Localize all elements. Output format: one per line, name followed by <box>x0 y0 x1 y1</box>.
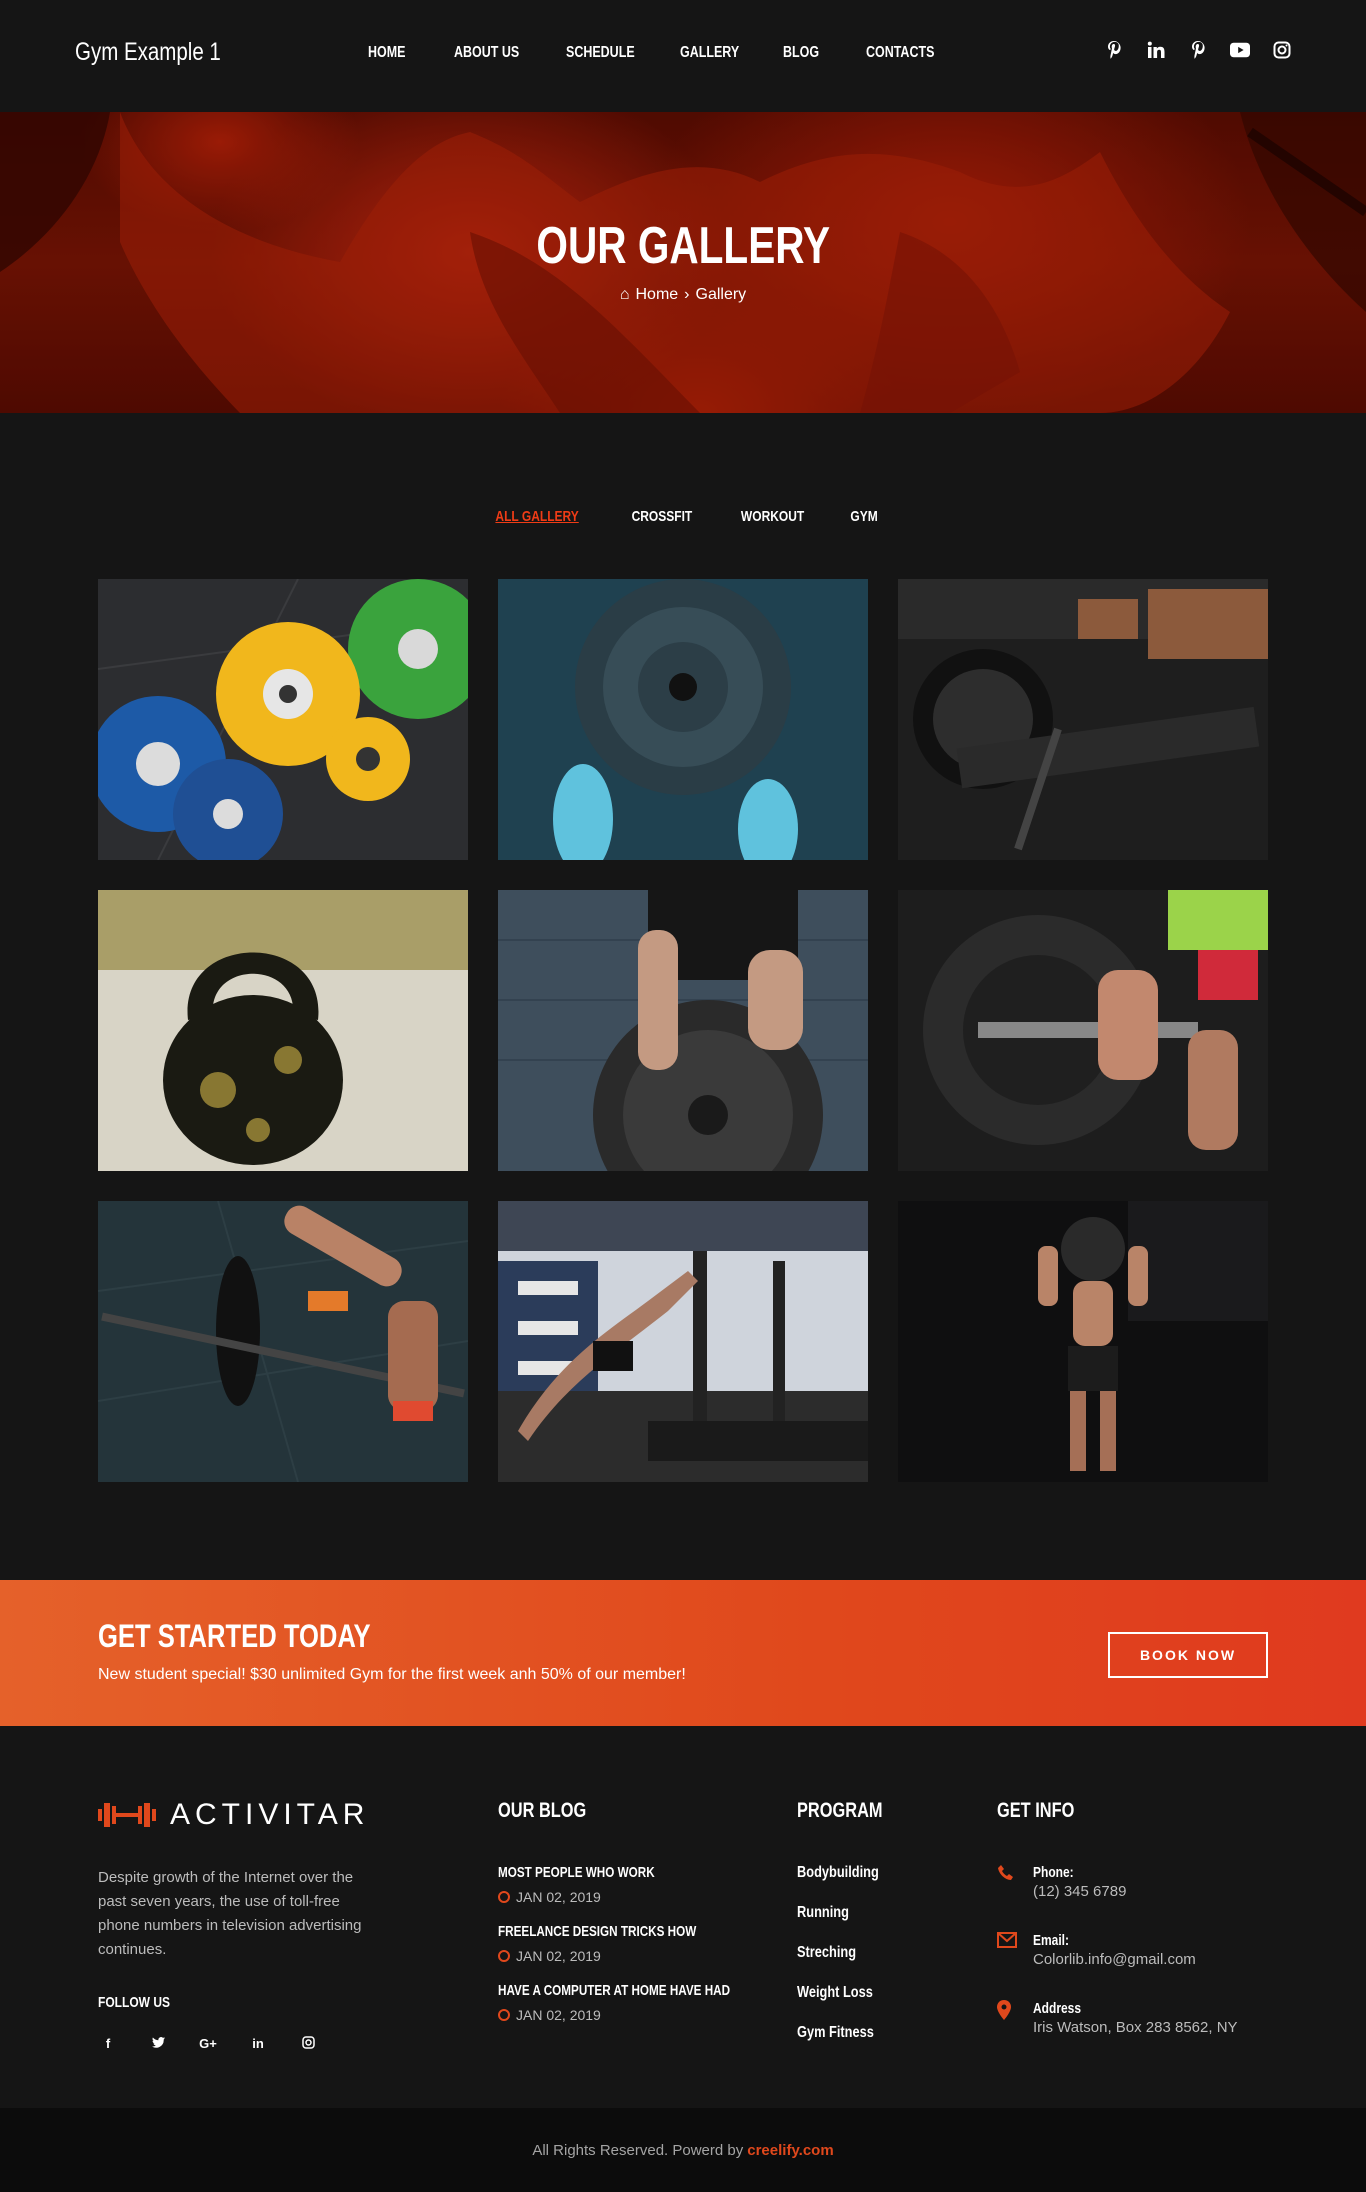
gallery-grid <box>98 579 1268 1482</box>
info-phone: Phone: (12) 345 6789 <box>997 1864 1238 1908</box>
gallery-image-kettlebell[interactable] <box>98 890 468 1171</box>
filter-workout[interactable]: WORKOUT <box>741 508 804 525</box>
info-email-value[interactable]: Colorlib.info@gmail.com <box>1033 1951 1238 1968</box>
gallery-image-sled-push[interactable] <box>498 1201 868 1482</box>
clock-icon <box>498 2009 510 2021</box>
program-link-running[interactable]: Running <box>797 1904 879 1927</box>
gallery-image-barbell-lift[interactable] <box>898 890 1268 1171</box>
facebook-icon[interactable]: f <box>98 2036 118 2052</box>
gallery-image-medicine-ball[interactable] <box>898 1201 1268 1482</box>
footer-social: f G+ in <box>98 2036 318 2052</box>
blog-item-date: JAN 02, 2019 <box>516 1889 601 1905</box>
program-link-bodybuilding[interactable]: Bodybuilding <box>797 1864 879 1887</box>
filter-gym[interactable]: GYM <box>850 508 877 525</box>
copyright-bar: All Rights Reserved. Powerd by creelify.… <box>0 2108 1366 2192</box>
program-link-gym-fitness[interactable]: Gym Fitness <box>797 2024 879 2047</box>
hero-banner: OUR GALLERY ⌂ Home › Gallery <box>0 112 1366 413</box>
follow-us-title: FOLLOW US <box>98 1994 170 2011</box>
blog-item[interactable]: FREELANCE DESIGN TRICKS HOW JAN 02, 2019 <box>498 1923 796 1964</box>
nav-schedule[interactable]: SCHEDULE <box>566 44 655 62</box>
gallery-filters: ALL GALLERY CROSSFIT WORKOUT GYM <box>0 508 1366 525</box>
book-now-button[interactable]: BOOK NOW <box>1108 1632 1268 1678</box>
info-phone-value: (12) 345 6789 <box>1033 1883 1127 1900</box>
gallery-image-york-plate[interactable] <box>498 890 868 1171</box>
nav-blog[interactable]: BLOG <box>783 44 848 62</box>
blog-item-date: JAN 02, 2019 <box>516 2007 601 2023</box>
copyright-link[interactable]: creelify.com <box>747 2142 833 2159</box>
gallery-image-rowing-machine[interactable] <box>898 579 1268 860</box>
info-address-value: Iris Watson, Box 283 8562, NY <box>1033 2019 1238 2036</box>
breadcrumb-home[interactable]: Home <box>635 286 678 303</box>
phone-icon <box>997 1864 1015 1887</box>
footer-description: Despite growth of the Internet over the … <box>98 1869 362 1958</box>
instagram-icon[interactable] <box>1272 40 1292 60</box>
youtube-icon[interactable] <box>1230 40 1250 60</box>
blog-item[interactable]: MOST PEOPLE WHO WORK JAN 02, 2019 <box>498 1864 796 1905</box>
gallery-image-bumper-plates[interactable] <box>98 579 468 860</box>
footer-info-title: GET INFO <box>997 1799 1075 1822</box>
blog-item[interactable]: HAVE A COMPUTER AT HOME HAVE HAD JAN 02,… <box>498 1982 796 2023</box>
chevron-right-icon: › <box>684 286 690 303</box>
google-plus-icon[interactable]: G+ <box>198 2036 218 2052</box>
brand-logo[interactable]: Gym Example 1 <box>75 38 221 67</box>
gallery-image-deadlift-barbell[interactable] <box>98 1201 468 1482</box>
info-address: Address Iris Watson, Box 283 8562, NY <box>997 2000 1238 2044</box>
nav-home[interactable]: HOME <box>368 44 435 62</box>
info-address-label: Address <box>1033 2000 1082 2017</box>
linkedin-icon[interactable]: in <box>248 2036 268 2052</box>
cta-text: New student special! $30 unlimited Gym f… <box>98 1666 686 1683</box>
header-social <box>1104 40 1292 60</box>
linkedin-icon[interactable] <box>1146 40 1166 60</box>
nav-about[interactable]: ABOUT US <box>454 44 541 62</box>
gallery-image-rogue-plate-shoes[interactable] <box>498 579 868 860</box>
blog-item-title[interactable]: HAVE A COMPUTER AT HOME HAVE HAD <box>498 1982 730 1999</box>
site-footer: ACTIVITAR Despite growth of the Internet… <box>0 1726 1366 2108</box>
blog-item-title[interactable]: FREELANCE DESIGN TRICKS HOW <box>498 1923 730 1940</box>
blog-item-date: JAN 02, 2019 <box>516 1948 601 1964</box>
twitter-icon[interactable] <box>148 2036 168 2052</box>
main-nav: HOME ABOUT US SCHEDULE GALLERY BLOG CONT… <box>368 44 966 62</box>
info-phone-label: Phone: <box>1033 1864 1074 1881</box>
filter-crossfit[interactable]: CROSSFIT <box>631 508 692 525</box>
filter-all-gallery[interactable]: ALL GALLERY <box>496 508 579 525</box>
instagram-icon[interactable] <box>298 2036 318 2052</box>
breadcrumb-current: Gallery <box>695 286 747 303</box>
dumbbell-icon <box>98 1803 156 1827</box>
nav-gallery[interactable]: GALLERY <box>680 44 760 62</box>
footer-logo[interactable]: ACTIVITAR <box>98 1798 369 1832</box>
clock-icon <box>498 1950 510 1962</box>
pinterest-icon[interactable] <box>1188 40 1208 60</box>
home-icon: ⌂ <box>619 286 630 303</box>
copyright-text: All Rights Reserved. Powerd by <box>532 2141 744 2159</box>
blog-item-title[interactable]: MOST PEOPLE WHO WORK <box>498 1864 730 1881</box>
pinterest-icon[interactable] <box>1104 40 1124 60</box>
footer-logo-text: ACTIVITAR <box>170 1798 370 1831</box>
info-email: Email: Colorlib.info@gmail.com <box>997 1932 1238 1976</box>
program-link-streching[interactable]: Streching <box>797 1944 879 1967</box>
cta-title: GET STARTED TODAY <box>98 1618 371 1654</box>
page-title: OUR GALLERY <box>536 217 830 275</box>
breadcrumb: ⌂ Home › Gallery <box>0 286 1366 304</box>
cta-banner: GET STARTED TODAY New student special! $… <box>0 1580 1366 1726</box>
footer-blog-list: MOST PEOPLE WHO WORK JAN 02, 2019 FREELA… <box>498 1864 796 2041</box>
nav-contacts[interactable]: CONTACTS <box>866 44 944 62</box>
program-link-weight-loss[interactable]: Weight Loss <box>797 1984 879 2007</box>
footer-program-title: PROGRAM <box>797 1799 883 1822</box>
envelope-icon <box>997 1932 1017 1953</box>
footer-program-list: Bodybuilding Running Streching Weight Lo… <box>797 1864 899 2064</box>
footer-info-list: Phone: (12) 345 6789 Email: Colorlib.inf… <box>997 1864 1238 2068</box>
site-header: Gym Example 1 HOME ABOUT US SCHEDULE GAL… <box>0 0 1366 112</box>
map-pin-icon <box>997 2000 1011 2025</box>
info-email-label: Email: <box>1033 1932 1070 1949</box>
footer-blog-title: OUR BLOG <box>498 1799 587 1822</box>
clock-icon <box>498 1891 510 1903</box>
